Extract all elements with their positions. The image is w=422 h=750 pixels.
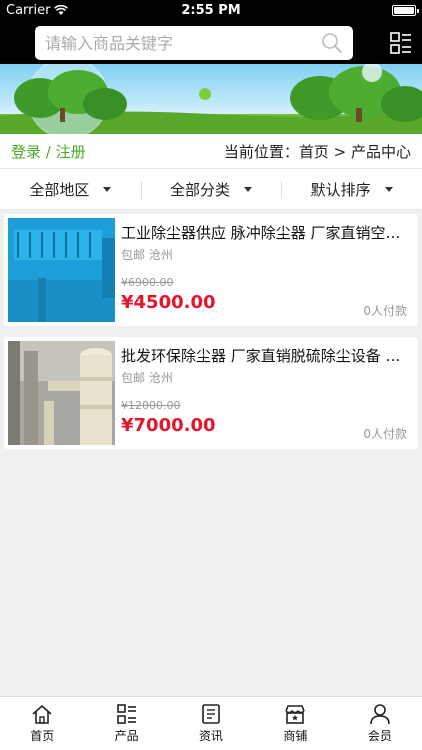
filter-region[interactable]: 全部地区 [0, 169, 141, 209]
tab-products-label: 产品 [114, 729, 139, 743]
product-card[interactable]: 工业除尘器供应 脉冲除尘器 厂家直销空气净化设备 包邮 沧州 ¥6900.00 … [4, 214, 418, 326]
shipping-label: 包邮 [121, 248, 146, 262]
news-icon [202, 704, 220, 724]
paid-count: 0人付款 [363, 304, 407, 318]
product-image[interactable] [8, 341, 115, 445]
top-header [0, 22, 422, 64]
product-title[interactable]: 批发环保除尘器 厂家直销脱硫除尘设备 质量保证 [121, 345, 411, 366]
product-title[interactable]: 工业除尘器供应 脉冲除尘器 厂家直销空气净化设备 [121, 222, 411, 243]
bottom-tab-bar: 首页 产品 资讯 商铺 会员 [0, 696, 422, 750]
login-separator: / [41, 142, 56, 161]
login-bar: 登录 / 注册 当前位置：首页 > 产品中心 [0, 134, 422, 168]
original-price: ¥6900.00 [121, 276, 174, 289]
breadcrumb: 当前位置：首页 > 产品中心 [223, 142, 411, 161]
tab-products[interactable]: 产品 [84, 697, 168, 750]
sale-price: ¥4500.00 [121, 292, 216, 313]
product-image[interactable] [8, 218, 115, 322]
filter-sort-label: 默认排序 [310, 180, 371, 199]
filter-bar: 全部地区 全部分类 默认排序 [0, 168, 422, 210]
sale-price: ¥7000.00 [121, 415, 216, 436]
banner-illustration [0, 64, 422, 134]
city-label: 沧州 [148, 371, 173, 385]
product-shipping: 包邮 沧州 [121, 246, 173, 263]
user-icon [370, 704, 390, 725]
original-price: ¥12000.00 [121, 399, 181, 412]
search-icon[interactable] [321, 32, 343, 54]
product-shipping: 包邮 沧州 [121, 369, 173, 386]
search-box[interactable] [35, 26, 353, 60]
tab-shop-label: 商铺 [283, 729, 308, 743]
tab-news-label: 资讯 [199, 729, 224, 743]
tab-home-label: 首页 [30, 729, 55, 743]
tab-home[interactable]: 首页 [0, 697, 84, 750]
login-link[interactable]: 登录 [11, 143, 41, 161]
tab-member-label: 会员 [367, 729, 392, 743]
filter-category[interactable]: 全部分类 [140, 169, 282, 209]
home-icon [32, 705, 52, 724]
paid-count: 0人付款 [363, 427, 407, 441]
search-input[interactable] [45, 33, 321, 53]
filter-sort[interactable]: 默认排序 [281, 169, 422, 209]
battery-icon [392, 5, 419, 16]
tab-shop[interactable]: 商铺 [253, 697, 337, 750]
shipping-label: 包邮 [121, 371, 146, 385]
login-links: 登录 / 注册 [11, 141, 86, 162]
filter-region-label: 全部地区 [29, 180, 90, 199]
caret-down-icon [244, 186, 253, 192]
register-link[interactable]: 注册 [56, 143, 86, 161]
list-icon [116, 704, 136, 724]
product-card[interactable]: 批发环保除尘器 厂家直销脱硫除尘设备 质量保证 包邮 沧州 ¥12000.00 … [4, 337, 418, 449]
caret-down-icon [103, 186, 112, 192]
tab-member[interactable]: 会员 [338, 697, 422, 750]
city-label: 沧州 [148, 248, 173, 262]
status-bar: Carrier 2:55 PM [0, 0, 422, 22]
clock: 2:55 PM [181, 3, 241, 18]
caret-down-icon [384, 186, 393, 192]
tab-news[interactable]: 资讯 [169, 697, 253, 750]
filter-category-label: 全部分类 [170, 180, 231, 199]
shop-icon [285, 705, 306, 724]
banner-image[interactable] [0, 64, 422, 134]
category-menu-icon[interactable] [390, 32, 412, 54]
